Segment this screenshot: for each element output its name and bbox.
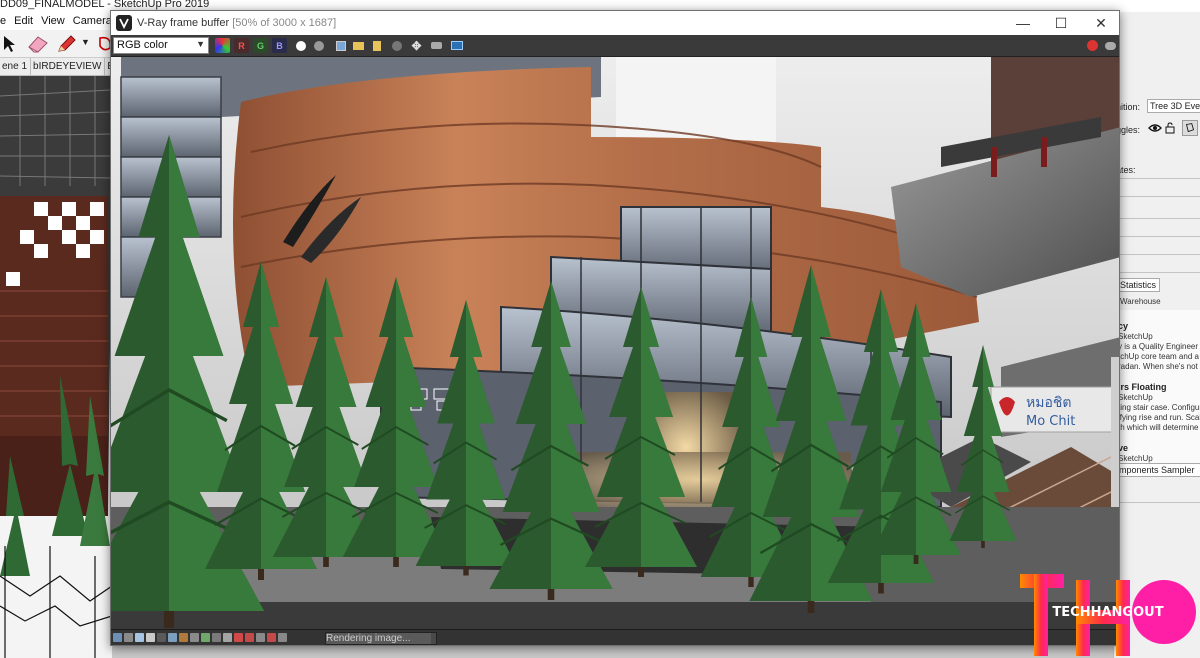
definition-field[interactable]: Tree 3D Ever <box>1147 99 1200 113</box>
eye-icon[interactable] <box>1148 122 1162 134</box>
lut-icon[interactable] <box>168 633 177 642</box>
scene-tabs: ene 1 bIRDEYEVIEW EL <box>0 58 124 76</box>
vfb-status-bar: Rendering image... <box>111 629 1119 645</box>
vray-logo-icon <box>116 15 132 31</box>
menu-camera[interactable]: Camera <box>73 15 112 27</box>
sketchup-viewport[interactable] <box>0 76 112 658</box>
component-2-line-1: SketchUp <box>1118 393 1153 402</box>
scene-tab-1[interactable]: ene 1 <box>0 58 32 75</box>
vfb-title-text: V-Ray frame buffer <box>137 17 230 29</box>
channel-select[interactable]: RGB color ▼ <box>113 37 209 54</box>
lock-icon[interactable] <box>1165 122 1177 134</box>
component-2-line-3: ifying rise and run. Scal <box>1118 413 1200 422</box>
camera-icon[interactable] <box>429 38 444 53</box>
stop-render-icon[interactable] <box>1085 38 1100 53</box>
settings-icon[interactable] <box>278 633 287 642</box>
pixel-info-icon[interactable] <box>124 633 133 642</box>
station-sign-thai: หมอชิต <box>1026 395 1071 411</box>
vray-frame-buffer-window: V-Ray frame buffer [50% of 3000 x 1687] … <box>110 10 1120 646</box>
component-1-line-3: tchUp core team and a n <box>1118 352 1200 361</box>
color-balance-icon[interactable] <box>234 633 243 642</box>
hsl-icon[interactable] <box>212 633 221 642</box>
hsv-icon[interactable] <box>245 633 254 642</box>
statistics-tab[interactable]: Statistics <box>1116 278 1161 292</box>
select-arrow-icon[interactable] <box>0 34 20 54</box>
menu-edit[interactable]: Edit <box>14 15 33 27</box>
sketchup-menubar: e Edit View Camera <box>0 12 115 30</box>
clear-image-icon[interactable] <box>369 38 384 53</box>
info-icon[interactable] <box>157 633 166 642</box>
green-channel-button[interactable]: G <box>253 38 268 53</box>
blue-channel-button[interactable]: B <box>272 38 287 53</box>
techhangout-logo: TECHHANGOUT <box>1020 574 1196 656</box>
minimize-button[interactable]: — <box>1003 11 1043 35</box>
shadow-toggle-icon[interactable] <box>1182 120 1198 136</box>
component-1-line-1: SketchUp <box>1118 332 1153 341</box>
white-balance-icon[interactable] <box>223 633 232 642</box>
sketchup-window-title: DD09_FINALMODEL - SketchUp Pro 2019 <box>0 0 210 10</box>
stamp-icon[interactable] <box>146 633 155 642</box>
component-2-line-4: th which will determine y <box>1118 423 1200 432</box>
menu-view[interactable]: View <box>41 15 65 27</box>
chevron-down-icon[interactable]: ▼ <box>81 37 91 47</box>
srgb-icon[interactable] <box>256 633 265 642</box>
rendered-image: หมอชิต Mo Chit <box>111 57 1119 629</box>
show-corrections-icon[interactable] <box>113 633 122 642</box>
warehouse-link[interactable]: Warehouse <box>1120 297 1161 306</box>
sketchup-default-tray: nition: Tree 3D Ever ggles: ates: Statis… <box>1113 12 1200 658</box>
scene-tab-birdeyeview[interactable]: bIRDEYEVIEW <box>31 58 106 75</box>
vfb-window-title: V-Ray frame buffer [50% of 3000 x 1687] <box>137 17 336 29</box>
sketchup-toolbar: ▼ <box>0 30 115 58</box>
maximize-button[interactable]: ☐ <box>1041 11 1081 35</box>
track-mouse-icon[interactable] <box>389 38 404 53</box>
levels-icon[interactable] <box>179 633 188 642</box>
alpha-mono-icon[interactable] <box>311 38 326 53</box>
vfb-titlebar[interactable]: V-Ray frame buffer [50% of 3000 x 1687] … <box>111 11 1119 35</box>
white-mono-icon[interactable] <box>293 38 308 53</box>
save-image-icon[interactable] <box>333 38 348 53</box>
vfb-toolbar: RGB color ▼ R G B ✥ <box>111 35 1119 57</box>
channel-select-value: RGB color <box>117 39 168 51</box>
component-2-line-2: ting stair case. Configure <box>1118 403 1200 412</box>
render-status-text: Rendering image... <box>326 633 411 644</box>
ocio-icon[interactable] <box>267 633 276 642</box>
curve-icon[interactable] <box>190 633 199 642</box>
render-viewport[interactable]: หมอชิต Mo Chit <box>111 57 1119 629</box>
region-move-icon[interactable]: ✥ <box>409 38 424 53</box>
chevron-down-icon: ▼ <box>196 39 205 49</box>
open-folder-icon[interactable] <box>351 38 366 53</box>
red-channel-button[interactable]: R <box>234 38 249 53</box>
color-corrections-icon[interactable] <box>215 38 230 53</box>
render-teapot-icon[interactable] <box>1103 38 1118 53</box>
watermark-text: TECHHANGOUT <box>1052 605 1163 620</box>
component-1-line-2: y is a Quality Engineer or <box>1118 342 1200 351</box>
pencil-icon[interactable] <box>56 34 78 54</box>
eraser-icon[interactable] <box>26 34 50 54</box>
status-toolbar <box>113 633 287 645</box>
sketchup-model-view <box>0 76 112 658</box>
history-icon[interactable] <box>449 38 464 53</box>
exposure-icon[interactable] <box>201 633 210 642</box>
menu-file[interactable]: e <box>0 15 6 27</box>
component-title-2[interactable]: irs Floating <box>1118 382 1167 392</box>
component-3-line-1: SketchUp <box>1118 454 1153 463</box>
components-sampler-field[interactable]: mponents Sampler <box>1116 463 1200 477</box>
component-1-line-4: radan. When she's not lo <box>1118 362 1200 371</box>
vfb-title-resolution: [50% of 3000 x 1687] <box>232 17 337 29</box>
station-sign-english: Mo Chit <box>1026 414 1075 429</box>
lens-effects-icon[interactable] <box>135 633 144 642</box>
close-button[interactable]: ✕ <box>1081 11 1119 35</box>
